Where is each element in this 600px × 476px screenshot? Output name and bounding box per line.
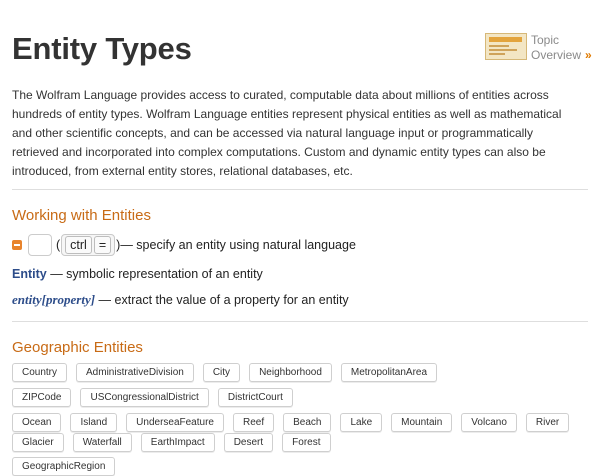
- entity-chip-zipcode[interactable]: ZIPCode: [12, 388, 72, 407]
- divider: [12, 321, 588, 322]
- entity-chip-waterfall[interactable]: Waterfall: [72, 433, 132, 452]
- entity-property-link[interactable]: entity[property]: [12, 292, 95, 307]
- page-title: Entity Types: [12, 31, 192, 66]
- entity-chip-country[interactable]: Country: [12, 363, 68, 382]
- entity-chip-uscongressionaldistrict[interactable]: USCongressionalDistrict: [80, 388, 209, 407]
- entity-chip-mountain[interactable]: Mountain: [391, 413, 453, 432]
- feature-ctrl-equals: ( ctrl = ) — specify an entity using nat…: [12, 234, 356, 256]
- feature-description: — specify an entity using natural langua…: [120, 238, 356, 252]
- entity-chip-lake[interactable]: Lake: [340, 413, 383, 432]
- feature-description: — extract the value of a property for an…: [95, 293, 349, 307]
- entity-chip-city[interactable]: City: [202, 363, 241, 382]
- chip-row: Glacier Waterfall EarthImpact Desert For…: [12, 433, 340, 452]
- entity-chip-volcano[interactable]: Volcano: [461, 413, 517, 432]
- chip-row: ZIPCode USCongressionalDistrict District…: [12, 388, 302, 407]
- keyboard-shortcut: ctrl =: [61, 234, 116, 256]
- entity-chip-earthimpact[interactable]: EarthImpact: [140, 433, 215, 452]
- chip-row: Ocean Island UnderseaFeature Reef Beach …: [12, 413, 578, 432]
- equals-key: =: [93, 236, 112, 254]
- entity-chip-neighborhood[interactable]: Neighborhood: [249, 363, 332, 382]
- section-title-geographic: Geographic Entities: [12, 339, 143, 356]
- chevron-right-icon[interactable]: »: [585, 48, 592, 62]
- divider: [12, 189, 588, 190]
- entity-chip-districtcourt[interactable]: DistrictCourt: [217, 388, 293, 407]
- intro-paragraph: The Wolfram Language provides access to …: [12, 88, 562, 178]
- entity-chip-metropolitanarea[interactable]: MetropolitanArea: [340, 363, 438, 382]
- section-title-working: Working with Entities: [12, 207, 151, 224]
- entity-chip-forest[interactable]: Forest: [282, 433, 331, 452]
- entity-chip-beach[interactable]: Beach: [283, 413, 332, 432]
- ctrl-key: ctrl: [65, 236, 92, 254]
- topic-overview-label[interactable]: Topic Overview»: [531, 33, 592, 63]
- entity-chip-ocean[interactable]: Ocean: [12, 413, 62, 432]
- topic-overview-link[interactable]: Topic Overview»: [485, 33, 592, 63]
- feature-entity-property: entity[property] — extract the value of …: [12, 292, 349, 308]
- entity-chip-underseafeature[interactable]: UnderseaFeature: [126, 413, 224, 432]
- topic-overview-thumbnail[interactable]: [485, 33, 527, 60]
- chip-row: Country AdministrativeDivision City Neig…: [12, 363, 446, 382]
- feature-entity: Entity — symbolic representation of an e…: [12, 267, 263, 281]
- entity-chip-reef[interactable]: Reef: [232, 413, 275, 432]
- entity-chip-river[interactable]: River: [525, 413, 570, 432]
- entity-chip-glacier[interactable]: Glacier: [12, 433, 64, 452]
- entity-link[interactable]: Entity: [12, 267, 47, 281]
- entity-chip-administrativedivision[interactable]: AdministrativeDivision: [76, 363, 194, 382]
- feature-description: — symbolic representation of an entity: [46, 267, 263, 281]
- natural-language-input[interactable]: [28, 234, 52, 256]
- entity-chip-island[interactable]: Island: [70, 413, 118, 432]
- entity-chip-desert[interactable]: Desert: [223, 433, 274, 452]
- collapse-icon[interactable]: [12, 240, 22, 250]
